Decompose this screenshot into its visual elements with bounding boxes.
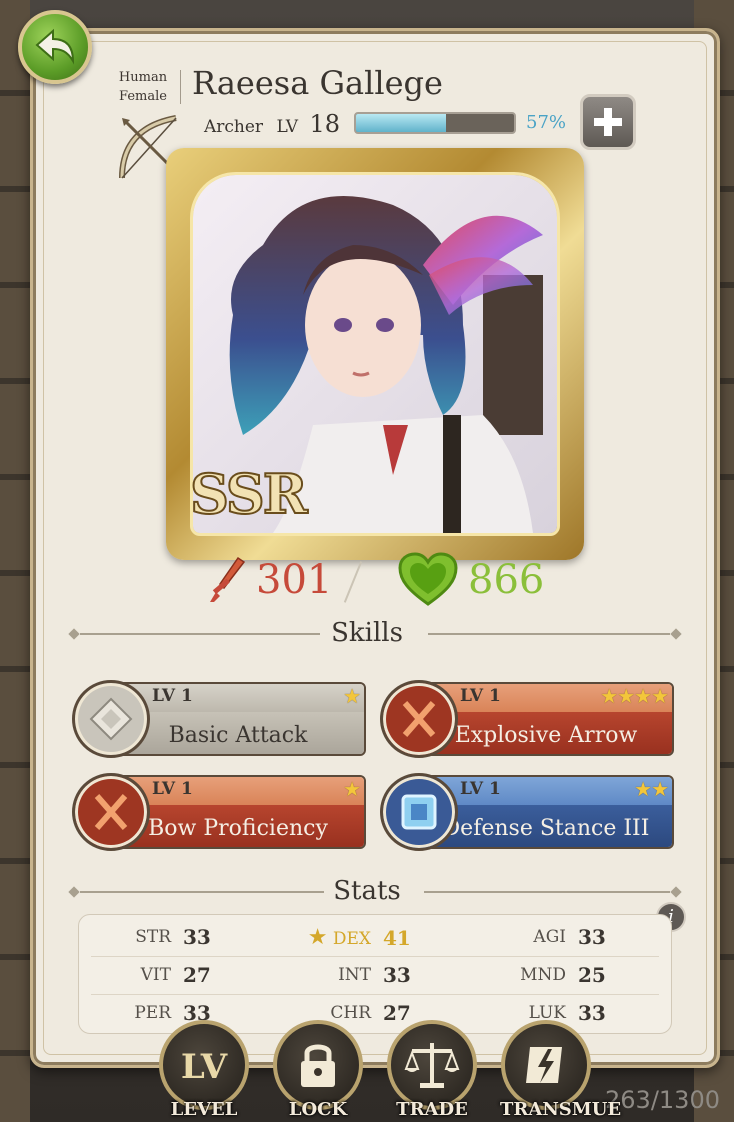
skill-level: LV 1 <box>460 779 501 799</box>
stat-value: 25 <box>578 963 606 987</box>
background-counter: 263/1300 <box>605 1086 720 1114</box>
stat-mnd: MND 25 <box>496 963 606 987</box>
stat-label: INT <box>338 965 371 985</box>
stat-dex: ★ DEX 41 <box>301 925 411 950</box>
action-label: TRADE <box>396 1099 468 1120</box>
attack-stat: 301 <box>208 556 332 604</box>
trade-button-circle <box>387 1020 477 1110</box>
stat-label: MND <box>520 965 566 985</box>
back-arrow-icon <box>35 28 75 65</box>
skill-level: LV 1 <box>152 686 193 706</box>
sword-icon <box>210 556 246 602</box>
svg-text:LV: LV <box>181 1047 228 1087</box>
scales-icon <box>404 1043 460 1088</box>
skill-stars: ★★ <box>634 777 669 801</box>
stat-row: VIT 27 INT 33 MND 25 <box>91 959 659 995</box>
skill-stars: ★★★★ <box>600 684 669 708</box>
transmute-button[interactable]: TRANSMUE <box>500 1020 622 1122</box>
stat-label: VIT <box>140 965 171 985</box>
back-button[interactable] <box>18 10 92 84</box>
hp-value: 866 <box>468 557 545 603</box>
stat-row: STR 33 ★ DEX 41 AGI 33 <box>91 921 659 957</box>
stat-label: STR <box>135 927 171 947</box>
rarity-badge: SSR <box>189 461 309 527</box>
lock-button-circle <box>273 1020 363 1110</box>
level-value: 18 <box>309 110 340 138</box>
gender-label: Female <box>119 89 167 104</box>
stats-table: STR 33 ★ DEX 41 AGI 33 VIT 27 INT 33 MND… <box>78 914 672 1034</box>
xp-bar <box>354 112 516 134</box>
action-label: TRANSMUE <box>500 1099 622 1120</box>
skill-medal <box>380 773 458 851</box>
lock-icon <box>301 1044 335 1087</box>
character-name: Raeesa Gallege <box>192 64 443 102</box>
action-label: LEVEL <box>170 1099 238 1120</box>
class-label: Archer <box>204 117 264 137</box>
shield-square-icon <box>401 794 437 830</box>
stat-value: 33 <box>578 925 606 949</box>
heart-icon <box>398 552 458 606</box>
level-button-circle: LV <box>159 1020 249 1110</box>
crossed-swords-icon <box>402 701 436 737</box>
action-label: LOCK <box>288 1099 348 1120</box>
level-button[interactable]: LV LEVEL <box>158 1020 250 1122</box>
transmute-icon <box>526 1047 562 1083</box>
stat-int: INT 33 <box>301 963 411 987</box>
stat-value: 33 <box>383 963 411 987</box>
stat-value: 27 <box>183 963 211 987</box>
race-label: Human <box>118 70 168 85</box>
skill-medal <box>72 680 150 758</box>
trade-button[interactable]: TRADE <box>386 1020 478 1122</box>
star-icon: ★ <box>307 925 328 950</box>
skill-medal <box>72 773 150 851</box>
background-list-left <box>0 0 30 1122</box>
stat-value: 41 <box>383 925 411 950</box>
skill-defense-stance-iii[interactable]: Defense Stance III LV 1 ★★ <box>380 773 674 851</box>
hp-stat: 866 <box>398 552 544 608</box>
plus-icon <box>594 108 622 136</box>
lv-label: LV <box>276 117 299 137</box>
xp-percent: 57% <box>526 112 567 133</box>
attack-value: 301 <box>256 557 333 603</box>
diamond-icon <box>89 697 133 741</box>
race-gender: Human Female <box>112 68 174 106</box>
stat-label: ★ DEX <box>307 925 371 950</box>
stat-label: AGI <box>533 927 566 947</box>
stats-divider-right <box>424 891 670 893</box>
class-level: Archer LV 18 <box>204 110 340 138</box>
stat-agi: AGI 33 <box>496 925 606 949</box>
skill-bow-proficiency[interactable]: Bow Proficiency LV 1 ★ <box>72 773 366 851</box>
lock-button[interactable]: LOCK <box>272 1020 364 1122</box>
xp-bar-fill <box>356 114 447 132</box>
skill-level: LV 1 <box>460 686 501 706</box>
stat-value: 33 <box>183 925 211 949</box>
stat-vit: VIT 27 <box>101 963 211 987</box>
skill-level: LV 1 <box>152 779 193 799</box>
lv-icon: LV <box>181 1047 228 1087</box>
transmute-button-circle <box>501 1020 591 1110</box>
skill-stars: ★ <box>343 684 361 708</box>
add-xp-button[interactable] <box>580 94 636 150</box>
skill-basic-attack[interactable]: Basic Attack LV 1 ★ <box>72 680 366 758</box>
stat-str: STR 33 <box>101 925 211 949</box>
header-divider <box>180 70 181 104</box>
skills-divider-right <box>428 633 670 635</box>
skill-medal <box>380 680 458 758</box>
skill-stars: ★ <box>343 777 361 801</box>
crossed-swords-icon <box>94 794 128 830</box>
skill-explosive-arrow[interactable]: Explosive Arrow LV 1 ★★★★ <box>380 680 674 758</box>
